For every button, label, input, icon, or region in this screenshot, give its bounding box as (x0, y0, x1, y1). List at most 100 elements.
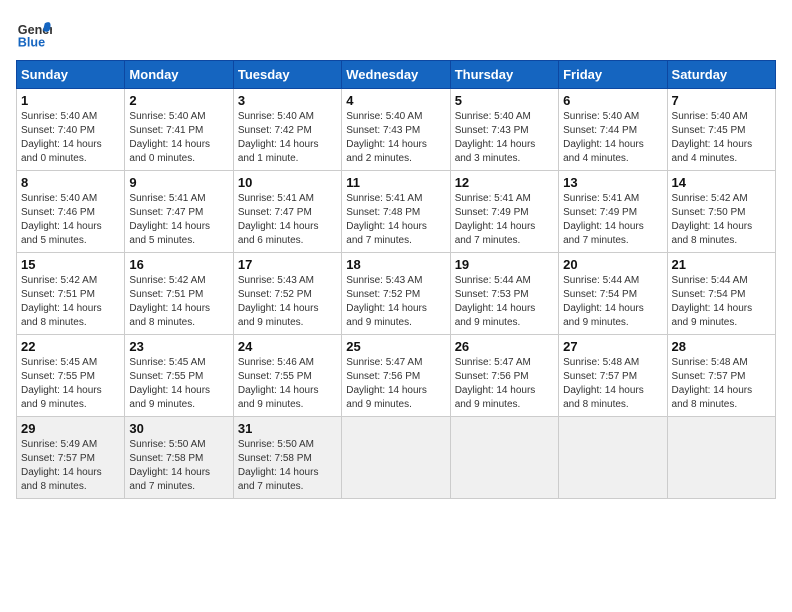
day-number: 24 (238, 339, 337, 354)
svg-text:Blue: Blue (18, 36, 45, 50)
day-info: Sunrise: 5:46 AM Sunset: 7:55 PM Dayligh… (238, 356, 337, 412)
day-info: Sunrise: 5:40 AM Sunset: 7:46 PM Dayligh… (21, 192, 120, 248)
day-info: Sunrise: 5:44 AM Sunset: 7:54 PM Dayligh… (563, 274, 662, 330)
day-cell-20: 20 Sunrise: 5:44 AM Sunset: 7:54 PM Dayli… (559, 253, 667, 335)
day-number: 28 (672, 339, 771, 354)
weekday-header-friday: Friday (559, 61, 667, 89)
calendar-week-row: 15Sunrise: 5:42 AM Sunset: 7:51 PM Dayli… (17, 253, 776, 335)
day-number: 31 (238, 421, 337, 436)
day-number: 9 (129, 175, 228, 190)
day-info: Sunrise: 5:42 AM Sunset: 7:50 PM Dayligh… (672, 192, 771, 248)
day-info: Sunrise: 5:40 AM Sunset: 7:43 PM Dayligh… (346, 110, 445, 166)
day-cell-13: 13 Sunrise: 5:41 AM Sunset: 7:49 PM Dayli… (559, 171, 667, 253)
day-cell-26: 26 Sunrise: 5:47 AM Sunset: 7:56 PM Dayli… (450, 335, 558, 417)
day-info: Sunrise: 5:40 AM Sunset: 7:43 PM Dayligh… (455, 110, 554, 166)
day-info: Sunrise: 5:42 AM Sunset: 7:51 PM Dayligh… (129, 274, 228, 330)
day-cell-11: 11 Sunrise: 5:41 AM Sunset: 7:48 PM Dayli… (342, 171, 450, 253)
day-cell-4: 4Sunrise: 5:40 AM Sunset: 7:43 PM Daylig… (342, 89, 450, 171)
day-cell-17: 17 Sunrise: 5:43 AM Sunset: 7:52 PM Dayli… (233, 253, 341, 335)
day-info: Sunrise: 5:47 AM Sunset: 7:56 PM Dayligh… (346, 356, 445, 412)
day-cell-5: 5 Sunrise: 5:40 AM Sunset: 7:43 PM Daylig… (450, 89, 558, 171)
day-number: 5 (455, 93, 554, 108)
calendar-week-row: 8 Sunrise: 5:40 AM Sunset: 7:46 PM Daylig… (17, 171, 776, 253)
day-number: 2 (129, 93, 228, 108)
weekday-header-sunday: Sunday (17, 61, 125, 89)
day-number: 30 (129, 421, 228, 436)
day-number: 23 (129, 339, 228, 354)
day-cell-1: 1 Sunrise: 5:40 AM Sunset: 7:40 PM Daylig… (17, 89, 125, 171)
day-number: 16 (129, 257, 228, 272)
day-number: 3 (238, 93, 337, 108)
day-info: Sunrise: 5:44 AM Sunset: 7:53 PM Dayligh… (455, 274, 554, 330)
day-cell-8: 8 Sunrise: 5:40 AM Sunset: 7:46 PM Daylig… (17, 171, 125, 253)
day-cell-12: 12 Sunrise: 5:41 AM Sunset: 7:49 PM Dayli… (450, 171, 558, 253)
day-cell-31: 31 Sunrise: 5:50 AM Sunset: 7:58 PM Dayli… (233, 417, 341, 499)
day-cell-21: 21Sunrise: 5:44 AM Sunset: 7:54 PM Dayli… (667, 253, 775, 335)
empty-day-cell (667, 417, 775, 499)
empty-day-cell (450, 417, 558, 499)
empty-day-cell (342, 417, 450, 499)
day-info: Sunrise: 5:41 AM Sunset: 7:48 PM Dayligh… (346, 192, 445, 248)
calendar-week-row: 1 Sunrise: 5:40 AM Sunset: 7:40 PM Daylig… (17, 89, 776, 171)
weekday-header-tuesday: Tuesday (233, 61, 341, 89)
weekday-header-thursday: Thursday (450, 61, 558, 89)
day-info: Sunrise: 5:48 AM Sunset: 7:57 PM Dayligh… (563, 356, 662, 412)
weekday-header-row: SundayMondayTuesdayWednesdayThursdayFrid… (17, 61, 776, 89)
day-cell-10: 10 Sunrise: 5:41 AM Sunset: 7:47 PM Dayli… (233, 171, 341, 253)
day-info: Sunrise: 5:40 AM Sunset: 7:41 PM Dayligh… (129, 110, 228, 166)
calendar-week-row: 22 Sunrise: 5:45 AM Sunset: 7:55 PM Dayli… (17, 335, 776, 417)
day-cell-30: 30 Sunrise: 5:50 AM Sunset: 7:58 PM Dayli… (125, 417, 233, 499)
day-info: Sunrise: 5:41 AM Sunset: 7:49 PM Dayligh… (455, 192, 554, 248)
day-cell-6: 6 Sunrise: 5:40 AM Sunset: 7:44 PM Daylig… (559, 89, 667, 171)
day-number: 26 (455, 339, 554, 354)
day-number: 20 (563, 257, 662, 272)
day-info: Sunrise: 5:47 AM Sunset: 7:56 PM Dayligh… (455, 356, 554, 412)
day-cell-14: 14 Sunrise: 5:42 AM Sunset: 7:50 PM Dayli… (667, 171, 775, 253)
day-cell-23: 23 Sunrise: 5:45 AM Sunset: 7:55 PM Dayli… (125, 335, 233, 417)
logo-icon: General Blue (16, 16, 52, 52)
day-number: 14 (672, 175, 771, 190)
day-number: 11 (346, 175, 445, 190)
weekday-header-saturday: Saturday (667, 61, 775, 89)
day-info: Sunrise: 5:41 AM Sunset: 7:49 PM Dayligh… (563, 192, 662, 248)
day-cell-25: 25Sunrise: 5:47 AM Sunset: 7:56 PM Dayli… (342, 335, 450, 417)
day-cell-15: 15Sunrise: 5:42 AM Sunset: 7:51 PM Dayli… (17, 253, 125, 335)
day-info: Sunrise: 5:43 AM Sunset: 7:52 PM Dayligh… (238, 274, 337, 330)
day-number: 8 (21, 175, 120, 190)
day-cell-19: 19 Sunrise: 5:44 AM Sunset: 7:53 PM Dayli… (450, 253, 558, 335)
day-cell-29: 29 Sunrise: 5:49 AM Sunset: 7:57 PM Dayli… (17, 417, 125, 499)
day-cell-22: 22 Sunrise: 5:45 AM Sunset: 7:55 PM Dayli… (17, 335, 125, 417)
day-number: 19 (455, 257, 554, 272)
day-number: 27 (563, 339, 662, 354)
day-number: 7 (672, 93, 771, 108)
day-info: Sunrise: 5:45 AM Sunset: 7:55 PM Dayligh… (129, 356, 228, 412)
day-info: Sunrise: 5:43 AM Sunset: 7:52 PM Dayligh… (346, 274, 445, 330)
empty-day-cell (559, 417, 667, 499)
day-info: Sunrise: 5:40 AM Sunset: 7:44 PM Dayligh… (563, 110, 662, 166)
day-number: 6 (563, 93, 662, 108)
day-info: Sunrise: 5:50 AM Sunset: 7:58 PM Dayligh… (238, 438, 337, 494)
day-info: Sunrise: 5:41 AM Sunset: 7:47 PM Dayligh… (129, 192, 228, 248)
day-number: 13 (563, 175, 662, 190)
day-cell-16: 16 Sunrise: 5:42 AM Sunset: 7:51 PM Dayli… (125, 253, 233, 335)
day-number: 12 (455, 175, 554, 190)
day-number: 17 (238, 257, 337, 272)
calendar-body: 1 Sunrise: 5:40 AM Sunset: 7:40 PM Daylig… (17, 89, 776, 499)
day-number: 21 (672, 257, 771, 272)
calendar-week-row: 29 Sunrise: 5:49 AM Sunset: 7:57 PM Dayli… (17, 417, 776, 499)
day-cell-2: 2 Sunrise: 5:40 AM Sunset: 7:41 PM Daylig… (125, 89, 233, 171)
day-info: Sunrise: 5:41 AM Sunset: 7:47 PM Dayligh… (238, 192, 337, 248)
day-info: Sunrise: 5:50 AM Sunset: 7:58 PM Dayligh… (129, 438, 228, 494)
day-number: 22 (21, 339, 120, 354)
day-info: Sunrise: 5:48 AM Sunset: 7:57 PM Dayligh… (672, 356, 771, 412)
day-cell-18: 18Sunrise: 5:43 AM Sunset: 7:52 PM Dayli… (342, 253, 450, 335)
day-cell-9: 9 Sunrise: 5:41 AM Sunset: 7:47 PM Daylig… (125, 171, 233, 253)
day-number: 29 (21, 421, 120, 436)
day-info: Sunrise: 5:40 AM Sunset: 7:40 PM Dayligh… (21, 110, 120, 166)
day-number: 10 (238, 175, 337, 190)
day-number: 1 (21, 93, 120, 108)
day-info: Sunrise: 5:49 AM Sunset: 7:57 PM Dayligh… (21, 438, 120, 494)
day-cell-24: 24 Sunrise: 5:46 AM Sunset: 7:55 PM Dayli… (233, 335, 341, 417)
weekday-header-wednesday: Wednesday (342, 61, 450, 89)
day-info: Sunrise: 5:45 AM Sunset: 7:55 PM Dayligh… (21, 356, 120, 412)
